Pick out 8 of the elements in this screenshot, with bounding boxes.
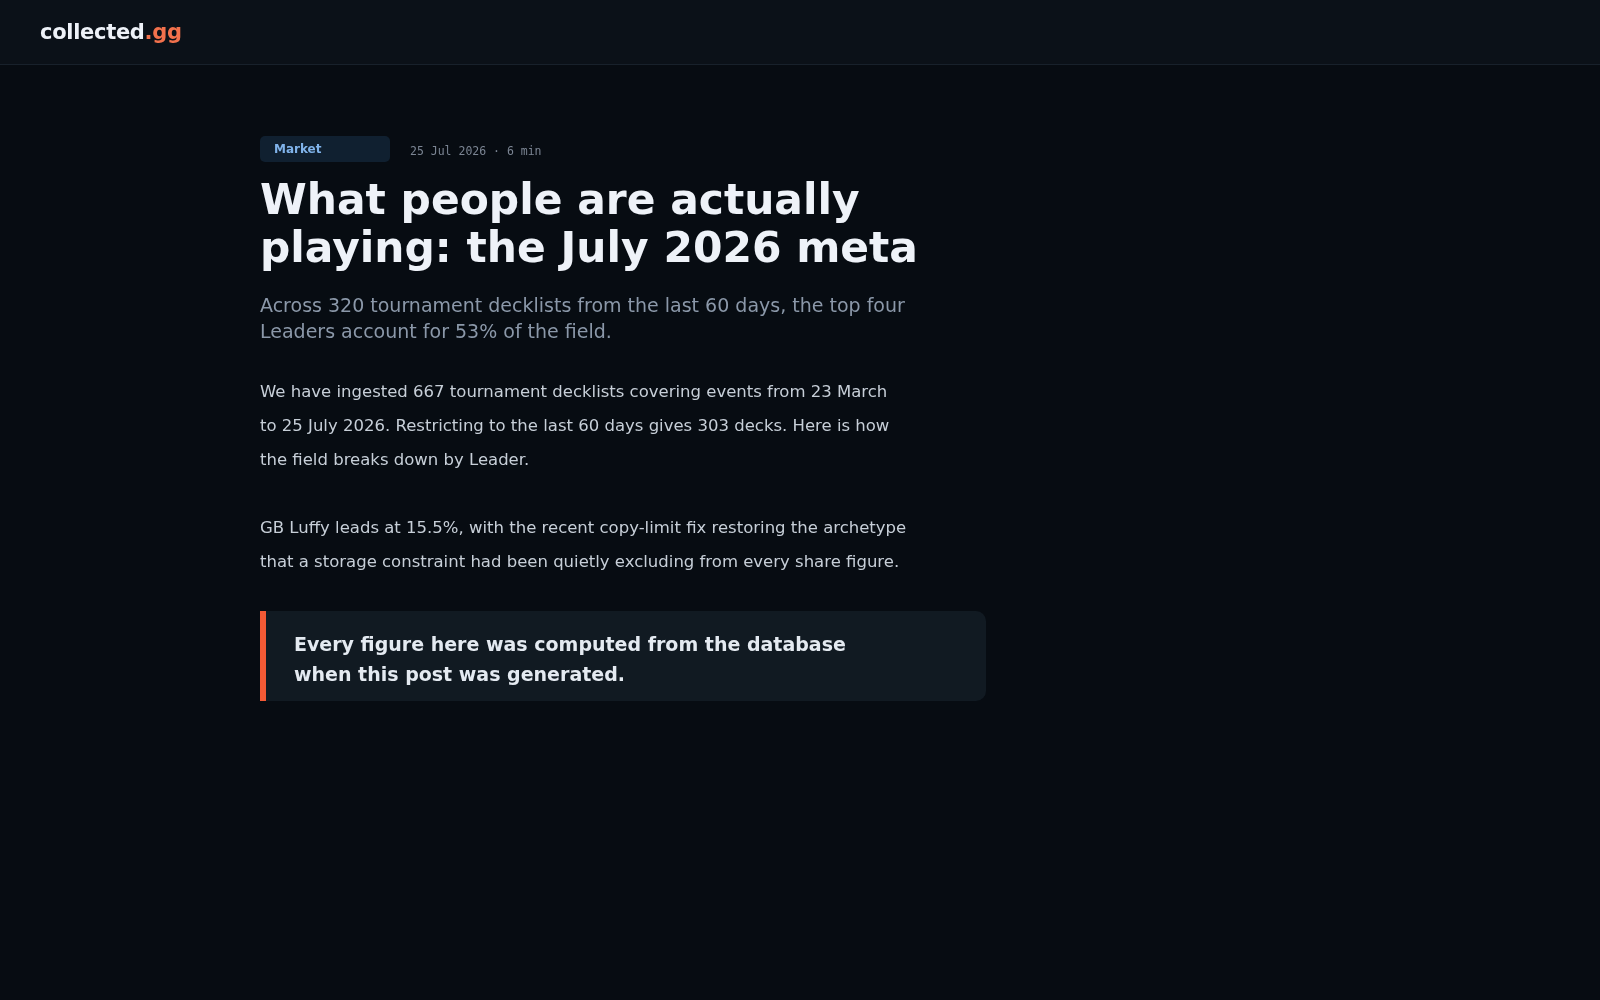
body-paragraph: GB Luffy leads at 15.5%, with the recent copy-limit fix restoring the archetype that a storage constraint had been quietly excluding from every share figure. — [260, 517, 908, 573]
category-tag[interactable]: Market — [260, 136, 390, 162]
logo[interactable]: collected.gg — [40, 20, 182, 44]
post-meta: 25 Jul 2026 · 6 min — [410, 144, 542, 158]
body-paragraph: We have ingested 667 tournament decklists covering events from 23 March to 25 July 2026. Restricting to the last 60 days gives 303 decks. Here is how the field breaks down by Leader. — [260, 381, 891, 471]
article-subtitle: Across 320 tournament decklists from the last 60 days, the top four Leaders account for 53% of the field. — [260, 293, 906, 344]
article-title: What people are actually playing: the July 2026 meta — [260, 176, 919, 272]
callout-text: Every figure here was computed from the database when this post was generated. — [294, 632, 847, 687]
